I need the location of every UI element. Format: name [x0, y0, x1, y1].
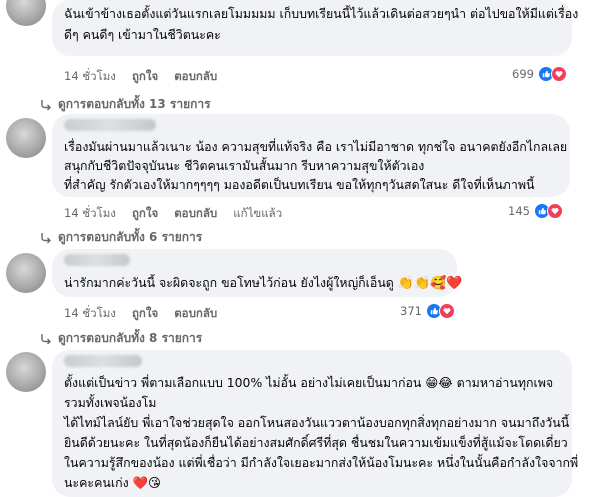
reaction-count: 699 — [512, 67, 534, 81]
comment-text-line: ยินดีด้วยนะคะ ในที่สุดน้องก็ยืนได้อย่างส… — [64, 435, 568, 450]
comment-time[interactable]: 14 ชั่วโมง — [64, 205, 116, 223]
reply-button[interactable]: ตอบกลับ — [174, 205, 217, 223]
view-replies-link[interactable]: ดูการตอบกลับทั้ง 8 รายการ — [40, 329, 202, 348]
like-button[interactable]: ถูกใจ — [132, 305, 158, 323]
comment-bubble: ฉันเข้าข้างเธอตั้งแต่วันแรกเลยโมมมมม เก็… — [52, 0, 579, 56]
view-replies-link[interactable]: ดูการตอบกลับทั้ง 13 รายการ — [40, 95, 211, 114]
reply-arrow-icon — [41, 99, 51, 110]
commenter-avatar[interactable] — [6, 253, 46, 293]
comment-time[interactable]: 14 ชั่วโมง — [64, 68, 116, 86]
view-replies-label: ดูการตอบกลับทั้ง 8 รายการ — [58, 331, 203, 345]
comment-text-line: ตั้งแต่เป็นข่าว พี่ตามเลือกแบบ 100% ไม่อ… — [64, 375, 554, 390]
reply-arrow-icon — [41, 333, 51, 344]
commenter-name[interactable] — [64, 254, 130, 266]
comment-text-line: สนุกกับชีวิตปัจจุบันนะ ชีวิตคนเรามันสั้น… — [64, 158, 425, 173]
view-replies-label: ดูการตอบกลับทั้ง 13 รายการ — [58, 97, 211, 111]
comment-bubble: ตั้งแต่เป็นข่าว พี่ตามเลือกแบบ 100% ไม่อ… — [52, 350, 579, 497]
comment-text-line: ฉันเข้าข้างเธอตั้งแต่วันแรกเลยโมมมมม เก็… — [64, 6, 579, 21]
comment-text-line: ได้ไทม์ไลน์ยับ พี่เอาใจช่วยสุดใจ ออกโหนส… — [64, 415, 570, 430]
comment-text-line: เรื่องมันผ่านมาแล้วเนาะ น้อง ความสุขที่แ… — [64, 139, 568, 154]
comment-text-line: รวมทั้งเพจน้องโม — [64, 395, 157, 410]
love-reaction-icon — [550, 66, 567, 82]
reaction-summary[interactable]: 145 — [508, 203, 563, 219]
reply-arrow-icon — [41, 232, 51, 243]
comment-text-line: ในความรู้สึกของน้อง แต่พี่เชื่อว่า มีกำล… — [64, 455, 579, 470]
love-reaction-icon — [546, 203, 563, 219]
comment-bubble: เรื่องมันผ่านมาแล้วเนาะ น้อง ความสุขที่แ… — [52, 114, 570, 197]
reaction-count: 145 — [508, 204, 530, 218]
edited-label: แก้ไขแล้ว — [233, 206, 283, 220]
commenter-name[interactable] — [64, 119, 156, 131]
view-replies-label: ดูการตอบกลับทั้ง 6 รายการ — [58, 230, 203, 244]
comment-text-line: นะคะคนเก่ง ❤️😘 — [64, 475, 161, 490]
comment-time[interactable]: 14 ชั่วโมง — [64, 305, 116, 323]
reply-button[interactable]: ตอบกลับ — [174, 305, 217, 323]
comment-text-line: ดีๆ คนดีๆ เข้ามาในชีวิตนะคะ — [64, 27, 221, 42]
comment-meta: 14 ชั่วโมง ถูกใจ ตอบกลับ — [64, 305, 217, 323]
reaction-count: 371 — [400, 304, 422, 318]
commenter-name[interactable] — [64, 355, 142, 367]
reaction-summary[interactable]: 699 — [512, 66, 567, 82]
comment-text: น่ารักมากค่ะวันนี้ จะผิดจะถูก ขอโทษไว้ก่… — [64, 275, 394, 290]
like-button[interactable]: ถูกใจ — [132, 68, 158, 86]
reply-button[interactable]: ตอบกลับ — [174, 68, 217, 86]
reaction-summary[interactable]: 371 — [400, 303, 455, 319]
commenter-avatar[interactable] — [6, 118, 46, 158]
like-button[interactable]: ถูกใจ — [132, 205, 158, 223]
comment-meta: 14 ชั่วโมง ถูกใจ ตอบกลับ — [64, 68, 217, 86]
love-reaction-icon — [438, 303, 455, 319]
commenter-avatar[interactable] — [6, 352, 46, 392]
comment-emojis: 👏👏🥰❤️ — [397, 276, 463, 291]
comment-text-line: ที่สำคัญ รักตัวเองให้มากๆๆๆๆ มองอดีตเป็น… — [64, 177, 535, 192]
comment-text-line: น่ารักมากค่ะวันนี้ จะผิดจะถูก ขอโทษไว้ก่… — [64, 272, 463, 294]
commenter-avatar[interactable] — [6, 0, 46, 26]
view-replies-link[interactable]: ดูการตอบกลับทั้ง 6 รายการ — [40, 228, 202, 247]
comment-meta: 14 ชั่วโมง ถูกใจ ตอบกลับ แก้ไขแล้ว — [64, 205, 282, 223]
comment-bubble: น่ารักมากค่ะวันนี้ จะผิดจะถูก ขอโทษไว้ก่… — [52, 249, 463, 297]
